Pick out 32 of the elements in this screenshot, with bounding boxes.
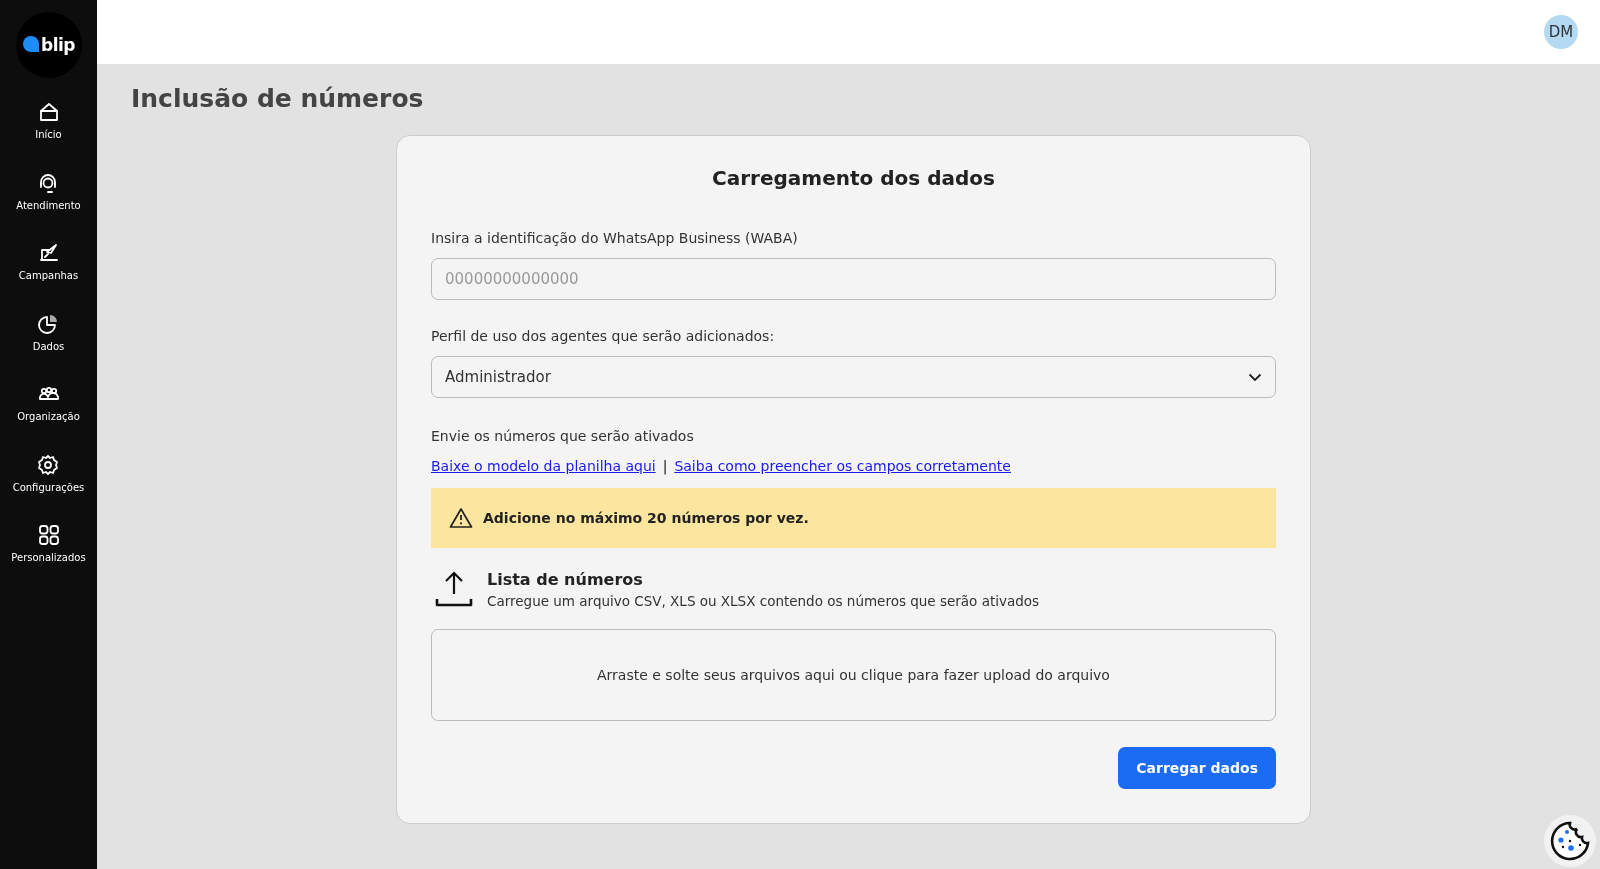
upload-icon <box>435 570 473 608</box>
section-label: Envie os números que serão ativados <box>431 428 695 444</box>
link-separator: | <box>662 458 668 474</box>
field-label: Insira a identificação do WhatsApp Business (WABA) <box>431 230 799 246</box>
upload-description: Carregue um arquivo CSV, XLS ou XLSX contendo os números que serão ativados <box>487 593 1040 609</box>
cookie-icon[interactable] <box>1544 815 1596 867</box>
card-title: Carregamento dos dados <box>711 166 996 190</box>
nav-item[interactable]: Campanhas <box>18 241 79 312</box>
submit-button[interactable]: Carregar dados <box>1118 747 1276 789</box>
chevron-down-icon <box>1248 372 1262 382</box>
user-avatar[interactable]: DM <box>1544 15 1578 49</box>
nav-item[interactable]: Início <box>35 100 62 171</box>
nav-item[interactable]: Organização <box>17 382 80 453</box>
nav-item[interactable]: Dados <box>32 311 65 382</box>
nav-item[interactable]: Personalizados <box>11 523 86 594</box>
upload-title: Lista de números <box>487 570 644 589</box>
link[interactable]: Baixe o modelo da planilha aqui <box>431 458 656 474</box>
field-label: Perfil de uso dos agentes que serão adicionados: <box>431 328 776 344</box>
nav-item[interactable]: Configurações <box>12 452 85 523</box>
warning-text: Adicione no máximo 20 números por vez. <box>483 510 809 526</box>
logo[interactable]: blip <box>15 12 82 78</box>
warning-icon <box>449 507 473 529</box>
settings-icon <box>36 452 61 477</box>
grid-icon <box>36 523 61 547</box>
chat-bubble-icon <box>22 35 40 55</box>
link[interactable]: Saiba como preencher os campos corretamente <box>674 458 1011 474</box>
profile-dropdown[interactable]: Administrador <box>431 356 1276 398</box>
nav-item[interactable]: Atendimento <box>16 170 81 241</box>
file-dropzone[interactable]: Arraste e solte seus arquivos aqui ou clique para fazer upload do arquivo <box>431 629 1276 721</box>
page-title: Inclusão de números <box>131 84 425 113</box>
waba-input-field[interactable]: 00000000000000 <box>431 258 1276 300</box>
logo-text: blip <box>41 35 75 55</box>
